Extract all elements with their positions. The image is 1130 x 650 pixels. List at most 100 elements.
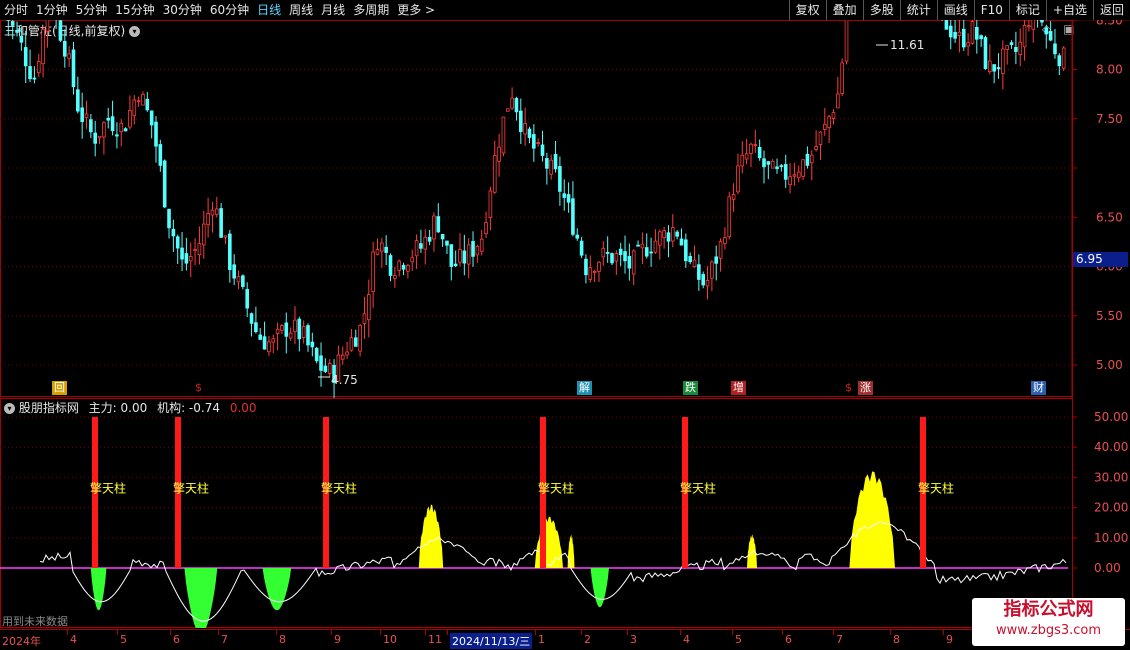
event-marker-2[interactable]: 解 <box>577 381 592 395</box>
event-marker-6[interactable]: 涨 <box>858 381 873 395</box>
toolbar-button-7[interactable]: +自选 <box>1045 0 1093 20</box>
candle-body <box>783 164 788 180</box>
candle-body <box>23 47 28 67</box>
candle-body <box>128 110 132 128</box>
toolbar-button-6[interactable]: 标记 <box>1008 0 1046 20</box>
pillar-label-4: 擎天柱 <box>680 481 716 496</box>
candle-body <box>102 122 106 138</box>
toolbar-button-3[interactable]: 统计 <box>899 0 937 20</box>
candle-body <box>380 242 384 252</box>
candle-body <box>492 155 497 193</box>
candle-body <box>775 166 779 170</box>
candle-body <box>171 228 176 237</box>
candle-body <box>293 319 297 333</box>
watermark-line1: 指标公式网 <box>1003 599 1094 620</box>
candle-body <box>1027 25 1031 28</box>
candle-body <box>223 235 228 238</box>
period-tab-10[interactable]: 更多 > <box>393 0 439 20</box>
toolbar-button-1[interactable]: 叠加 <box>825 0 863 20</box>
candle-body <box>592 271 597 273</box>
event-marker-4[interactable]: 增 <box>731 381 746 395</box>
candle-body <box>432 215 436 240</box>
candle-body <box>180 247 184 260</box>
time-axis-label-9: 2024/11/13/三 <box>450 633 533 649</box>
candle-body <box>206 213 210 226</box>
price-tick-label: 7.50 <box>1096 112 1123 126</box>
time-axis-tick <box>380 630 381 635</box>
time-axis-label-12: 3 <box>630 633 637 646</box>
event-marker-0[interactable]: 回 <box>52 381 67 395</box>
candlestick-chart[interactable]: 5.005.506.006.507.508.008.509.009.5010.0… <box>0 20 1130 398</box>
toolbar-button-0[interactable]: 复权 <box>788 0 826 20</box>
time-axis: 2024年 4 5 6 7 8 9 10 11 2024/11/13/三 1 2 3 4 5 6 7 8 9 <box>0 629 1130 650</box>
period-tab-7[interactable]: 周线 <box>285 0 317 20</box>
indicator-tick-label: 30.00 <box>1094 470 1128 484</box>
candle-body <box>423 236 428 250</box>
candle-body <box>36 61 41 74</box>
candle-body <box>93 132 98 144</box>
event-marker-3[interactable]: 跌 <box>683 381 698 395</box>
candle-body <box>340 354 345 360</box>
period-tab-6[interactable]: 日线 <box>253 0 285 20</box>
time-axis-label-7: 10 <box>383 633 397 646</box>
yellow-zone-2 <box>567 534 575 568</box>
time-axis-label-15: 6 <box>785 633 792 646</box>
candle-body <box>505 108 510 112</box>
period-tab-3[interactable]: 15分钟 <box>111 0 158 20</box>
candle-body <box>358 324 362 352</box>
candle-body <box>1040 20 1044 23</box>
period-tab-2[interactable]: 5分钟 <box>72 0 112 20</box>
time-axis-label-1: 4 <box>70 633 77 646</box>
candle-body <box>640 243 645 249</box>
period-tab-5[interactable]: 60分钟 <box>206 0 253 20</box>
time-axis-label-6: 9 <box>334 633 341 646</box>
candle-body <box>219 208 223 238</box>
candle-body <box>371 251 375 292</box>
candle-body <box>162 160 167 208</box>
event-marker-7[interactable]: 财 <box>1031 381 1046 395</box>
candle-body <box>605 252 610 254</box>
period-tab-9[interactable]: 多周期 <box>349 0 393 20</box>
candle-body <box>571 198 575 235</box>
candle-body <box>141 93 145 106</box>
candle-body <box>254 322 258 333</box>
candle-body <box>471 241 475 257</box>
candle-body <box>119 122 124 133</box>
time-axis-tick <box>276 630 277 635</box>
candle-body <box>523 122 527 135</box>
candle-body <box>214 208 219 215</box>
toolbar-button-5[interactable]: F10 <box>973 0 1009 20</box>
candle-body <box>19 35 24 43</box>
indicator-chart[interactable]: 0.00 10.00 20.00 30.00 40.00 50.00 擎天柱 擎天柱 擎天柱 擎天… <box>0 398 1130 628</box>
candle-body <box>414 240 419 257</box>
candle-body <box>149 110 154 126</box>
period-tab-8[interactable]: 月线 <box>317 0 349 20</box>
candle-body <box>545 158 549 169</box>
candle-body <box>201 223 206 246</box>
period-tab-0[interactable]: 分时 <box>0 0 32 20</box>
candle-body <box>992 64 996 72</box>
candle-body <box>666 232 671 242</box>
candle-body <box>449 244 454 267</box>
candle-body <box>158 144 163 166</box>
time-axis-tick <box>680 630 681 635</box>
candle-body <box>393 275 397 279</box>
main-plot-frame <box>0 20 1073 397</box>
event-marker-1[interactable]: $ <box>193 381 204 395</box>
indicator-tick-label: 10.00 <box>1094 531 1128 545</box>
candle-body <box>979 35 983 40</box>
candle-body <box>1044 27 1049 35</box>
time-axis-label-10: 1 <box>538 633 545 646</box>
period-tab-4[interactable]: 30分钟 <box>159 0 206 20</box>
candle-body <box>983 37 988 70</box>
time-axis-tick <box>581 630 582 635</box>
event-marker-5[interactable]: $ <box>843 381 854 395</box>
toolbar-button-2[interactable]: 多股 <box>862 0 900 20</box>
toolbar-button-8[interactable]: 返回 <box>1092 0 1130 20</box>
candle-body <box>527 128 532 138</box>
period-tab-1[interactable]: 1分钟 <box>32 0 72 20</box>
candle-body <box>314 347 319 362</box>
candle-body <box>644 247 649 257</box>
candle-body <box>988 60 992 73</box>
toolbar-button-4[interactable]: 画线 <box>936 0 974 20</box>
